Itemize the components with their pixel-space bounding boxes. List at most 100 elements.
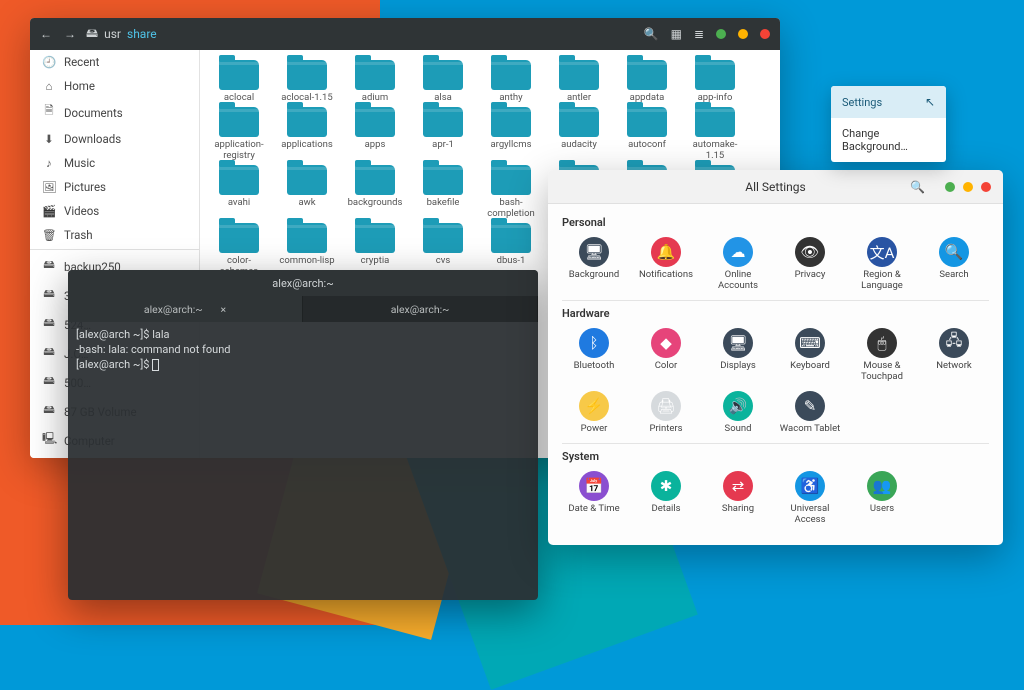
folder-adium[interactable]: adium: [344, 60, 406, 103]
sidebar-item-downloads[interactable]: ⬇Downloads: [30, 127, 199, 151]
folder-appdata[interactable]: appdata: [616, 60, 678, 103]
context-menu-item-change-background-[interactable]: Change Background…: [831, 118, 946, 162]
folder-apps[interactable]: apps: [344, 107, 406, 161]
settings-window: All Settings 🔍 Personal🖥Background🔔Notif…: [548, 170, 1003, 545]
settings-item-color[interactable]: ◆Color: [634, 324, 698, 387]
folder-cryptia[interactable]: cryptia: [344, 223, 406, 277]
window-max-icon[interactable]: [963, 182, 973, 192]
close-icon[interactable]: ×: [221, 303, 227, 316]
settings-item-power[interactable]: ⚡Power: [562, 387, 626, 439]
settings-item-notifications[interactable]: 🔔Notifications: [634, 233, 698, 296]
folder-automake-1.15[interactable]: automake-1.15: [684, 107, 746, 161]
settings-item-wacom-tablet[interactable]: ✎Wacom Tablet: [778, 387, 842, 439]
settings-item-label: Sharing: [722, 504, 754, 515]
folder-applications[interactable]: applications: [276, 107, 338, 161]
nav-back-icon[interactable]: ←: [40, 27, 52, 41]
folder-cvs[interactable]: cvs: [412, 223, 474, 277]
folder-icon: [219, 107, 259, 137]
list-view-icon[interactable]: ≣: [694, 27, 704, 41]
search-icon[interactable]: 🔍: [644, 27, 659, 41]
settings-item-date-time[interactable]: 📅Date & Time: [562, 467, 626, 530]
settings-item-sound[interactable]: 🔊Sound: [706, 387, 770, 439]
folder-awk[interactable]: awk: [276, 165, 338, 219]
search-icon[interactable]: 🔍: [910, 180, 925, 194]
sidebar-icon: 🎬: [42, 204, 56, 218]
folder-antler[interactable]: antler: [548, 60, 610, 103]
sidebar-item-trash[interactable]: 🗑Trash: [30, 223, 199, 247]
settings-item-displays[interactable]: 🖥Displays: [706, 324, 770, 387]
settings-icon: 🔊: [723, 391, 753, 421]
window-min-icon[interactable]: [945, 182, 955, 192]
settings-item-printers[interactable]: 🖨Printers: [634, 387, 698, 439]
sidebar-item-home[interactable]: ⌂Home: [30, 74, 199, 98]
folder-argyllcms[interactable]: argyllcms: [480, 107, 542, 161]
settings-icon: 🖥: [723, 328, 753, 358]
folder-label: cryptia: [361, 256, 390, 266]
folder-bakefile[interactable]: bakefile: [412, 165, 474, 219]
folder-anthy[interactable]: anthy: [480, 60, 542, 103]
folder-apr-1[interactable]: apr-1: [412, 107, 474, 161]
folder-label: automake-1.15: [684, 140, 746, 161]
sidebar-item-pictures[interactable]: 🖼Pictures: [30, 175, 199, 199]
sidebar-item-documents[interactable]: 🗎Documents: [30, 98, 199, 127]
sidebar-item-label: Trash: [64, 228, 93, 242]
sidebar-item-label: Music: [64, 156, 95, 170]
folder-icon: [491, 165, 531, 195]
nav-forward-icon[interactable]: →: [64, 27, 76, 41]
settings-item-keyboard[interactable]: ⌨Keyboard: [778, 324, 842, 387]
sidebar-item-label: Downloads: [64, 132, 121, 146]
settings-item-details[interactable]: ✱Details: [634, 467, 698, 530]
terminal-tab[interactable]: alex@arch:~×: [68, 296, 303, 322]
folder-aclocal-1.15[interactable]: aclocal-1.15: [276, 60, 338, 103]
settings-item-search[interactable]: 🔍Search: [922, 233, 986, 296]
settings-item-bluetooth[interactable]: ᛒ Bluetooth: [562, 324, 626, 387]
settings-icon: 🖧: [939, 328, 969, 358]
sidebar-item-recent[interactable]: 🕘Recent: [30, 50, 199, 74]
folder-common-lisp[interactable]: common-lisp: [276, 223, 338, 277]
folder-bash-completion[interactable]: bash-completion: [480, 165, 542, 219]
breadcrumb-current[interactable]: share: [127, 27, 157, 41]
sidebar-item-music[interactable]: ♪Music: [30, 151, 199, 175]
settings-icon: ☁: [723, 237, 753, 267]
folder-alsa[interactable]: alsa: [412, 60, 474, 103]
folder-color-schemes[interactable]: color-schemes: [208, 223, 270, 277]
settings-item-universal-access[interactable]: ♿Universal Access: [778, 467, 842, 530]
window-close-icon[interactable]: [981, 182, 991, 192]
cursor-icon: [152, 359, 159, 371]
window-min-icon[interactable]: [716, 29, 726, 39]
section-heading-personal: Personal: [562, 216, 989, 229]
settings-item-mouse-touchpad[interactable]: 🖱Mouse & Touchpad: [850, 324, 914, 387]
settings-icon: 👁: [795, 237, 825, 267]
settings-item-privacy[interactable]: 👁Privacy: [778, 233, 842, 296]
settings-icon: ⌨: [795, 328, 825, 358]
folder-backgrounds[interactable]: backgrounds: [344, 165, 406, 219]
disk-icon: 🖴: [86, 24, 98, 45]
folder-dbus-1[interactable]: dbus-1: [480, 223, 542, 277]
context-menu-item-settings[interactable]: Settings↖: [831, 86, 946, 118]
folder-autoconf[interactable]: autoconf: [616, 107, 678, 161]
settings-item-background[interactable]: 🖥Background: [562, 233, 626, 296]
folder-audacity[interactable]: audacity: [548, 107, 610, 161]
folder-avahi[interactable]: avahi: [208, 165, 270, 219]
settings-item-sharing[interactable]: ⇄Sharing: [706, 467, 770, 530]
window-close-icon[interactable]: [760, 29, 770, 39]
folder-application-registry[interactable]: application-registry: [208, 107, 270, 161]
folder-aclocal[interactable]: aclocal: [208, 60, 270, 103]
settings-item-label: Search: [939, 270, 968, 281]
folder-app-info[interactable]: app-info: [684, 60, 746, 103]
terminal-output[interactable]: [alex@arch ~]$ lala-bash: lala: command …: [68, 322, 538, 379]
terminal-tab[interactable]: alex@arch:~: [303, 296, 538, 322]
tab-label: alex@arch:~: [391, 303, 450, 316]
settings-item-online-accounts[interactable]: ☁Online Accounts: [706, 233, 770, 296]
settings-item-users[interactable]: 👥Users: [850, 467, 914, 530]
settings-icon: ᛒ: [579, 328, 609, 358]
window-max-icon[interactable]: [738, 29, 748, 39]
settings-item-network[interactable]: 🖧Network: [922, 324, 986, 387]
settings-item-label: Bluetooth: [574, 361, 615, 372]
folder-icon: [287, 223, 327, 253]
grid-view-icon[interactable]: ▦: [671, 27, 682, 41]
sidebar-item-videos[interactable]: 🎬Videos: [30, 199, 199, 223]
breadcrumb[interactable]: 🖴 usr share: [86, 24, 157, 45]
settings-item-region-language[interactable]: 文ARegion & Language: [850, 233, 914, 296]
breadcrumb-parent[interactable]: usr: [104, 27, 121, 41]
